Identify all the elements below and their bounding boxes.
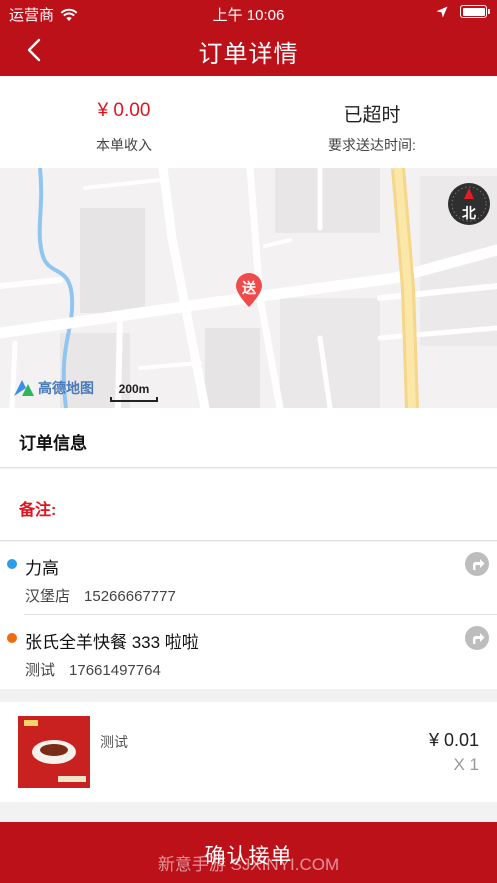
location-arrow-icon [436, 6, 448, 17]
income-value: ¥ 0.00 [97, 100, 151, 121]
status-time: 上午 10:06 [212, 7, 285, 24]
pin-label: 送 [242, 280, 256, 296]
delivery-status: 已超时 [343, 105, 401, 126]
navigate-arrow-icon[interactable] [465, 626, 489, 650]
delivery-pin[interactable]: 送 [234, 272, 264, 308]
compass-label: 北 [462, 205, 476, 221]
top-bar: 运营商 上午 10:06 订单详情 [0, 0, 497, 76]
dropoff-contact: 张氏全羊快餐 333 啦啦 测试 17661497764 [0, 616, 497, 688]
goods-price: ¥ 0.01 [428, 730, 479, 750]
income-label: 本单收入 [96, 137, 152, 153]
remark-section: 备注: [0, 469, 497, 541]
dropoff-dot [7, 633, 17, 643]
remark-label: 备注: [19, 502, 57, 519]
battery-icon [460, 5, 490, 18]
map-scale: 200m [110, 382, 158, 402]
food-photo-icon [18, 716, 90, 788]
status-bar: 运营商 上午 10:06 [0, 0, 497, 26]
dropoff-name: 张氏全羊快餐 333 啦啦 [25, 633, 199, 652]
order-summary: ¥ 0.00 本单收入 已超时 要求送达时间: [0, 76, 497, 168]
pickup-store: 汉堡店 [25, 588, 71, 605]
dropoff-phone[interactable]: 17661497764 [69, 662, 161, 679]
pickup-phone[interactable]: 15266667777 [84, 588, 176, 605]
page-title: 订单详情 [198, 41, 299, 68]
goods-thumbnail [18, 716, 90, 788]
income-block: ¥ 0.00 本单收入 [0, 76, 248, 168]
delivery-time-block: 已超时 要求送达时间: [248, 76, 496, 168]
pickup-name: 力高 [25, 559, 59, 578]
goods-quantity: X 1 [453, 755, 479, 774]
delivery-time-label: 要求送达时间: [328, 137, 416, 153]
confirm-accept-button[interactable]: 确认接单 [0, 822, 497, 883]
dropoff-note: 测试 [25, 662, 56, 679]
compass-button[interactable]: 北 [447, 182, 491, 226]
contact-list: 力高 汉堡店 15266667777 张氏全羊快餐 333 啦啦 测试 176614… [0, 542, 497, 689]
order-info-title: 订单信息 [19, 434, 87, 453]
goods-item: 测试 ¥ 0.01 X 1 [0, 702, 497, 802]
map-logo-text: 高德地图 [38, 380, 94, 396]
map-scale-text: 200m [118, 382, 150, 396]
pickup-contact: 力高 汉堡店 15266667777 [0, 542, 497, 615]
goods-name: 测试 [100, 734, 128, 750]
order-info-section: 订单信息 [0, 408, 497, 468]
navigate-arrow-icon[interactable] [465, 552, 489, 576]
pickup-dot [7, 559, 17, 569]
amap-logo-icon [14, 380, 34, 396]
